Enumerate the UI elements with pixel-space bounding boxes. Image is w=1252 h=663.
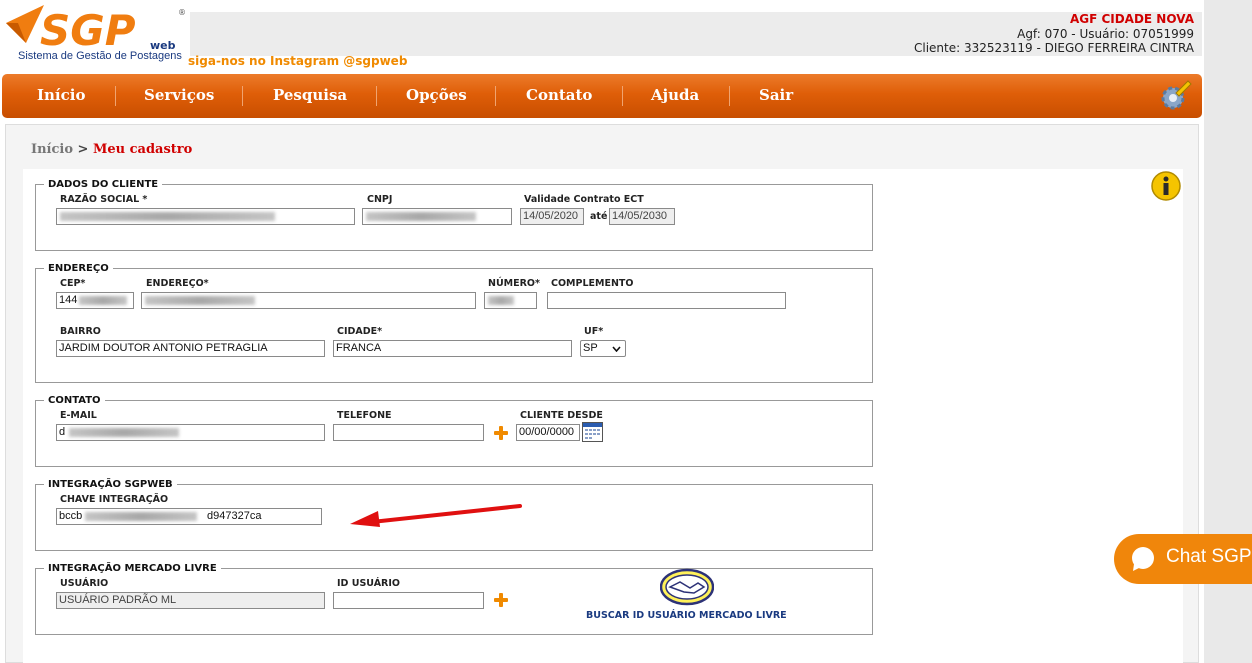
- uf-select[interactable]: SP: [580, 340, 626, 357]
- form-panel: DADOS DO CLIENTE RAZÃO SOCIAL * CNPJ Val…: [23, 169, 1183, 663]
- complemento-label: COMPLEMENTO: [551, 278, 634, 289]
- breadcrumb-current: Meu cadastro: [92, 142, 193, 157]
- breadcrumb-separator: >: [77, 142, 89, 157]
- nav-contato[interactable]: Contato: [526, 74, 592, 118]
- section-title: ENDEREÇO: [48, 263, 109, 274]
- telefone-input[interactable]: [333, 424, 484, 441]
- id-usuario-input[interactable]: [333, 592, 484, 609]
- nav-divider: [495, 86, 496, 106]
- ate-label: até: [590, 211, 608, 222]
- nav-divider: [376, 86, 377, 106]
- buscar-id-ml-link[interactable]: BUSCAR ID USUÁRIO MERCADO LIVRE: [586, 610, 787, 621]
- cnpj-input[interactable]: [362, 208, 512, 225]
- section-integracao-sgpweb: INTEGRAÇÃO SGPWEB CHAVE INTEGRAÇÃO bccb d…: [35, 479, 873, 551]
- nav-opcoes[interactable]: Opções: [406, 74, 467, 118]
- settings-gear-icon[interactable]: [1158, 79, 1192, 113]
- breadcrumb: Início > Meu cadastro: [31, 142, 192, 157]
- validade-inicio-input[interactable]: 14/05/2020: [520, 208, 584, 225]
- endereco-label: ENDEREÇO*: [146, 278, 209, 289]
- email-input[interactable]: d: [56, 424, 325, 441]
- nav-divider: [729, 86, 730, 106]
- cliente-desde-label: CLIENTE DESDE: [520, 410, 603, 421]
- agency-user: Agf: 070 - Usuário: 07051999: [1017, 27, 1194, 41]
- cep-label: CEP*: [60, 278, 86, 289]
- telefone-label: TELEFONE: [337, 410, 392, 421]
- bairro-input[interactable]: JARDIM DOUTOR ANTONIO PETRAGLIA: [56, 340, 325, 357]
- complemento-input[interactable]: [547, 292, 786, 309]
- numero-label: NÚMERO*: [488, 278, 540, 289]
- nav-pesquisa[interactable]: Pesquisa: [273, 74, 347, 118]
- mercado-livre-handshake-icon[interactable]: [660, 568, 714, 606]
- svg-text:®: ®: [178, 8, 186, 17]
- breadcrumb-home[interactable]: Início: [31, 142, 73, 157]
- endereco-input[interactable]: [141, 292, 476, 309]
- uf-label: UF*: [584, 326, 604, 337]
- nav-divider: [115, 86, 116, 106]
- chat-label: Chat SGP: [1166, 546, 1252, 567]
- cliente-desde-input[interactable]: 00/00/0000: [516, 424, 580, 441]
- nav-inicio[interactable]: Início: [37, 74, 85, 118]
- email-label: E-MAIL: [60, 410, 97, 421]
- arrow-annotation-icon: [350, 504, 522, 527]
- agency-name: AGF CIDADE NOVA: [1069, 12, 1194, 26]
- add-telefone-plus-icon[interactable]: [494, 426, 508, 440]
- main-nav: Início Serviços Pesquisa Opções Contato …: [2, 74, 1202, 118]
- chat-bubble-icon: [1132, 547, 1154, 571]
- section-contato: CONTATO E-MAIL d TELEFONE CLIENTE DESDE …: [35, 395, 873, 467]
- section-title: INTEGRAÇÃO MERCADO LIVRE: [48, 563, 217, 574]
- nav-divider: [622, 86, 623, 106]
- chave-integracao-input[interactable]: bccb d947327ca: [56, 508, 322, 525]
- cnpj-label: CNPJ: [367, 194, 393, 205]
- razao-social-label: RAZÃO SOCIAL *: [60, 194, 148, 205]
- chevron-down-icon: [612, 346, 621, 352]
- section-dados-cliente: DADOS DO CLIENTE RAZÃO SOCIAL * CNPJ Val…: [35, 179, 873, 251]
- client-info: Cliente: 332523119 - DIEGO FERREIRA CINT…: [913, 41, 1194, 55]
- section-title: CONTATO: [48, 395, 101, 406]
- validade-label: Validade Contrato ECT: [524, 194, 644, 205]
- content-area: Início > Meu cadastro DADOS DO CLIENTE R…: [5, 124, 1199, 663]
- usuario-ml-input[interactable]: USUÁRIO PADRÃO ML: [56, 592, 325, 609]
- logo-subtitle: Sistema de Gestão de Postagens: [18, 50, 182, 62]
- section-title: DADOS DO CLIENTE: [48, 179, 159, 190]
- cidade-label: CIDADE*: [337, 326, 383, 337]
- add-id-usuario-plus-icon[interactable]: [494, 593, 508, 607]
- usuario-ml-label: USUÁRIO: [60, 578, 109, 589]
- header-bar: AGF CIDADE NOVA Agf: 070 - Usuário: 0705…: [190, 12, 1202, 56]
- cidade-input[interactable]: FRANCA: [333, 340, 572, 357]
- page: SGP web ® Sistema de Gestão de Postagens…: [0, 0, 1204, 663]
- section-integracao-mercado-livre: INTEGRAÇÃO MERCADO LIVRE USUÁRIO USUÁRIO…: [35, 563, 873, 635]
- calendar-icon[interactable]: [582, 422, 603, 442]
- svg-text:SGP: SGP: [40, 6, 136, 55]
- nav-sair[interactable]: Sair: [759, 74, 793, 118]
- section-endereco: ENDEREÇO CEP* 144 ENDEREÇO* NÚMERO* COMP…: [35, 263, 873, 383]
- validade-fim-input[interactable]: 14/05/2030: [609, 208, 675, 225]
- nav-servicos[interactable]: Serviços: [144, 74, 214, 118]
- section-title: INTEGRAÇÃO SGPWEB: [48, 479, 173, 490]
- cep-input[interactable]: 144: [56, 292, 134, 309]
- chat-sgp-button[interactable]: Chat SGP: [1114, 534, 1252, 584]
- chave-integracao-label: CHAVE INTEGRAÇÃO: [60, 494, 169, 505]
- numero-input[interactable]: [484, 292, 537, 309]
- id-usuario-label: ID USUÁRIO: [337, 578, 400, 589]
- bairro-label: BAIRRO: [60, 326, 101, 337]
- nav-ajuda[interactable]: Ajuda: [651, 74, 699, 118]
- razao-social-input[interactable]: [56, 208, 355, 225]
- nav-divider: [242, 86, 243, 106]
- instagram-link[interactable]: siga-nos no Instagram @sgpweb: [188, 54, 407, 68]
- info-icon[interactable]: [1150, 170, 1182, 202]
